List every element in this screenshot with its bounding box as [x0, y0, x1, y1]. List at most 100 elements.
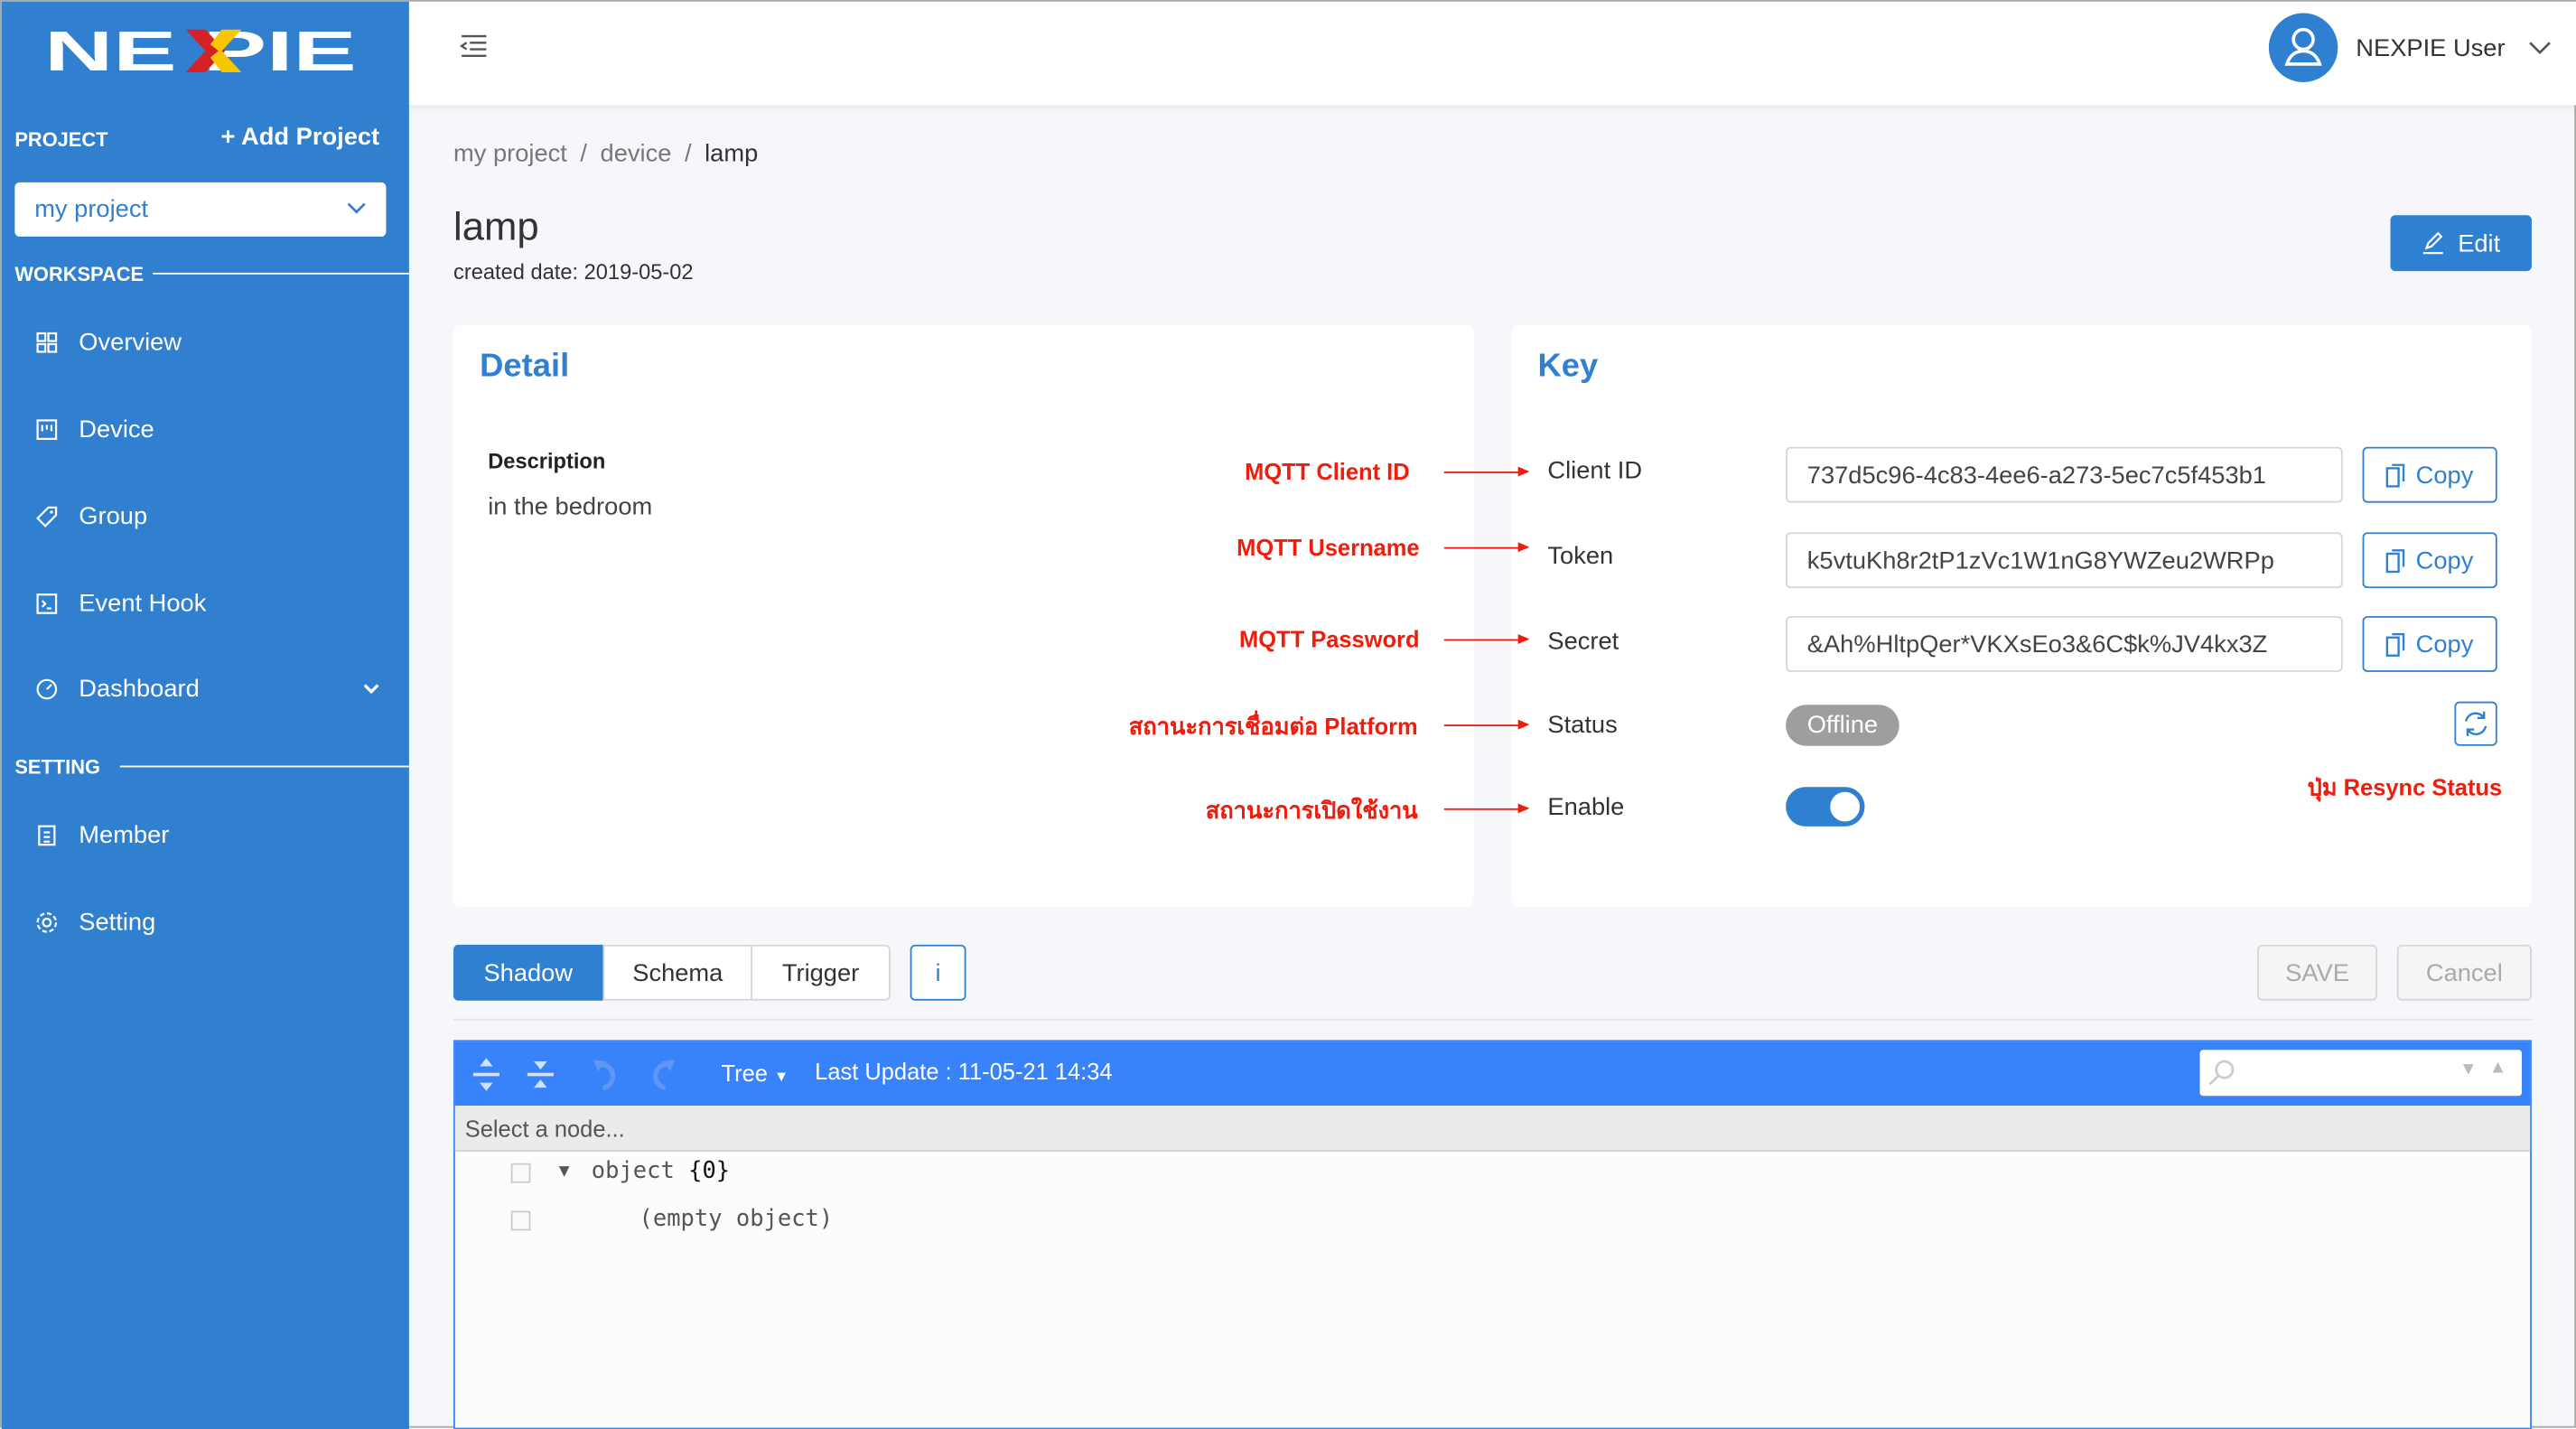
node-count: {0}: [688, 1158, 731, 1185]
arrow: [1443, 803, 1530, 814]
arrow: [1443, 634, 1530, 645]
sidebar-item-label: Overview: [79, 327, 182, 356]
save-button[interactable]: SAVE: [2257, 944, 2377, 1001]
nexpie-logo: NE PIE: [44, 24, 357, 77]
project-select-value: my project: [34, 195, 149, 224]
copy-label: Copy: [2415, 546, 2474, 574]
sidebar-item-device[interactable]: Device: [34, 409, 154, 449]
chevron-down-icon[interactable]: [2528, 41, 2551, 55]
sidebar-item-event-hook[interactable]: Event Hook: [34, 584, 206, 623]
status-label: Status: [1547, 711, 1618, 740]
member-icon: [38, 824, 56, 845]
tree-empty-node: (empty object): [639, 1206, 834, 1233]
status-badge: Offline: [1786, 705, 1899, 746]
token-field[interactable]: k5vtuKh8r2tP1zVc1W1nG8YWZeu2WRPp: [1786, 532, 2343, 589]
cancel-button[interactable]: Cancel: [2396, 944, 2532, 1001]
sidebar-item-label: Setting: [79, 907, 156, 936]
avatar[interactable]: [2268, 13, 2338, 82]
sidebar-item-group[interactable]: Group: [34, 496, 147, 536]
menu-toggle-icon[interactable]: [460, 34, 488, 58]
annotation-resync: ปุ่ม Resync Status: [2307, 773, 2503, 800]
detail-heading: Detail: [480, 348, 570, 385]
editor-status-bar: Select a node...: [454, 1106, 2531, 1153]
enable-label: Enable: [1547, 793, 1625, 822]
secret-label: Secret: [1547, 627, 1619, 656]
top-header: NEXPIE User: [408, 1, 2576, 106]
description-value: in the bedroom: [488, 492, 653, 521]
grid-icon: [36, 331, 58, 352]
edit-button[interactable]: Edit: [2390, 215, 2532, 272]
breadcrumb: my project / device / lamp: [453, 139, 759, 168]
sidebar-item-label: Group: [79, 501, 148, 530]
client-id-label: Client ID: [1547, 456, 1643, 485]
mode-dropdown[interactable]: Tree ▼: [721, 1060, 789, 1086]
enable-toggle[interactable]: [1786, 787, 1865, 827]
redo-icon[interactable]: [646, 1057, 678, 1093]
search-previous-icon[interactable]: ▲: [2489, 1058, 2507, 1078]
expand-all-icon[interactable]: [471, 1057, 501, 1093]
breadcrumb-project[interactable]: my project: [453, 140, 567, 168]
annotation-client-id: MQTT Client ID: [1245, 458, 1410, 485]
editor-search-input[interactable]: ▼ ▲: [2199, 1050, 2523, 1097]
add-project-button[interactable]: + Add Project: [221, 123, 380, 151]
client-id-field[interactable]: 737d5c96-4c83-4ee6-a273-5ec7c5f453b1: [1786, 446, 2343, 503]
breadcrumb-current: lamp: [705, 139, 759, 168]
sidebar-item-label: Member: [79, 820, 170, 849]
sidebar-item-overview[interactable]: Overview: [34, 322, 182, 362]
arrow: [1443, 466, 1530, 477]
arrow: [1443, 542, 1530, 553]
copy-icon: [2386, 548, 2406, 573]
collapse-all-icon[interactable]: [526, 1057, 555, 1093]
chevron-down-icon: [347, 202, 366, 214]
setting-label: SETTING: [14, 755, 100, 780]
annotation-enable: สถานะการเปิดใช้งาน: [1205, 797, 1418, 824]
user-name[interactable]: NEXPIE User: [2356, 34, 2505, 62]
search-icon: [2208, 1060, 2235, 1086]
undo-icon[interactable]: [590, 1057, 622, 1093]
tab-trigger[interactable]: Trigger: [751, 944, 891, 1001]
refresh-icon: [2465, 711, 2487, 736]
gear-icon: [36, 911, 58, 932]
arrow: [1443, 719, 1530, 730]
toggle-knob: [1830, 791, 1860, 822]
tab-shadow[interactable]: Shadow: [453, 944, 603, 1001]
pencil-icon: [2422, 231, 2443, 255]
sidebar: NE PIE PROJECT + Add Project my project …: [1, 1, 409, 1429]
copy-client-id-button[interactable]: Copy: [2362, 446, 2497, 503]
annotation-status: สถานะการเชื่อมต่อ Platform: [1128, 713, 1418, 740]
project-select[interactable]: my project: [14, 182, 387, 237]
secret-field[interactable]: &Ah%HltpQer*VKXsEo3&6C$k%JV4kx3Z: [1786, 616, 2343, 672]
sidebar-item-member[interactable]: Member: [34, 815, 169, 855]
divider: [453, 1018, 2532, 1021]
tab-schema[interactable]: Schema: [602, 944, 753, 1001]
mode-label: Tree: [721, 1060, 768, 1087]
breadcrumb-device[interactable]: device: [601, 140, 672, 168]
copy-secret-button[interactable]: Copy: [2362, 616, 2497, 672]
sidebar-item-setting[interactable]: Setting: [34, 902, 155, 942]
info-button[interactable]: i: [910, 944, 966, 1001]
project-label: PROJECT: [14, 127, 108, 152]
last-update: Last Update : 11-05-21 14:34: [815, 1058, 1113, 1085]
caret-down-icon: ▼: [774, 1068, 789, 1085]
resync-status-button[interactable]: [2454, 701, 2497, 746]
divider: [153, 272, 409, 275]
gauge-icon: [36, 677, 58, 699]
chevron-down-icon: [363, 684, 379, 695]
json-editor: Tree ▼ Last Update : 11-05-21 14:34 ▼ ▲ …: [453, 1040, 2532, 1429]
annotation-username: MQTT Username: [1237, 534, 1420, 561]
expand-triangle-icon[interactable]: ▼: [555, 1162, 574, 1181]
tree-root-node[interactable]: object {0}: [592, 1158, 730, 1184]
key-heading: Key: [1537, 348, 1599, 385]
search-next-icon[interactable]: ▼: [2459, 1060, 2478, 1079]
created-date: created date: 2019-05-02: [453, 259, 694, 285]
divider: [119, 765, 409, 768]
sidebar-item-dashboard[interactable]: Dashboard: [34, 668, 379, 708]
drag-handle-icon[interactable]: [510, 1163, 531, 1183]
copy-icon: [2386, 632, 2406, 657]
copy-token-button[interactable]: Copy: [2362, 532, 2497, 589]
copy-label: Copy: [2415, 461, 2474, 490]
terminal-icon: [36, 593, 58, 613]
editor-toolbar: Tree ▼ Last Update : 11-05-21 14:34 ▼ ▲: [454, 1041, 2531, 1107]
page-title: lamp: [453, 205, 539, 250]
drag-handle-icon[interactable]: [510, 1210, 531, 1231]
